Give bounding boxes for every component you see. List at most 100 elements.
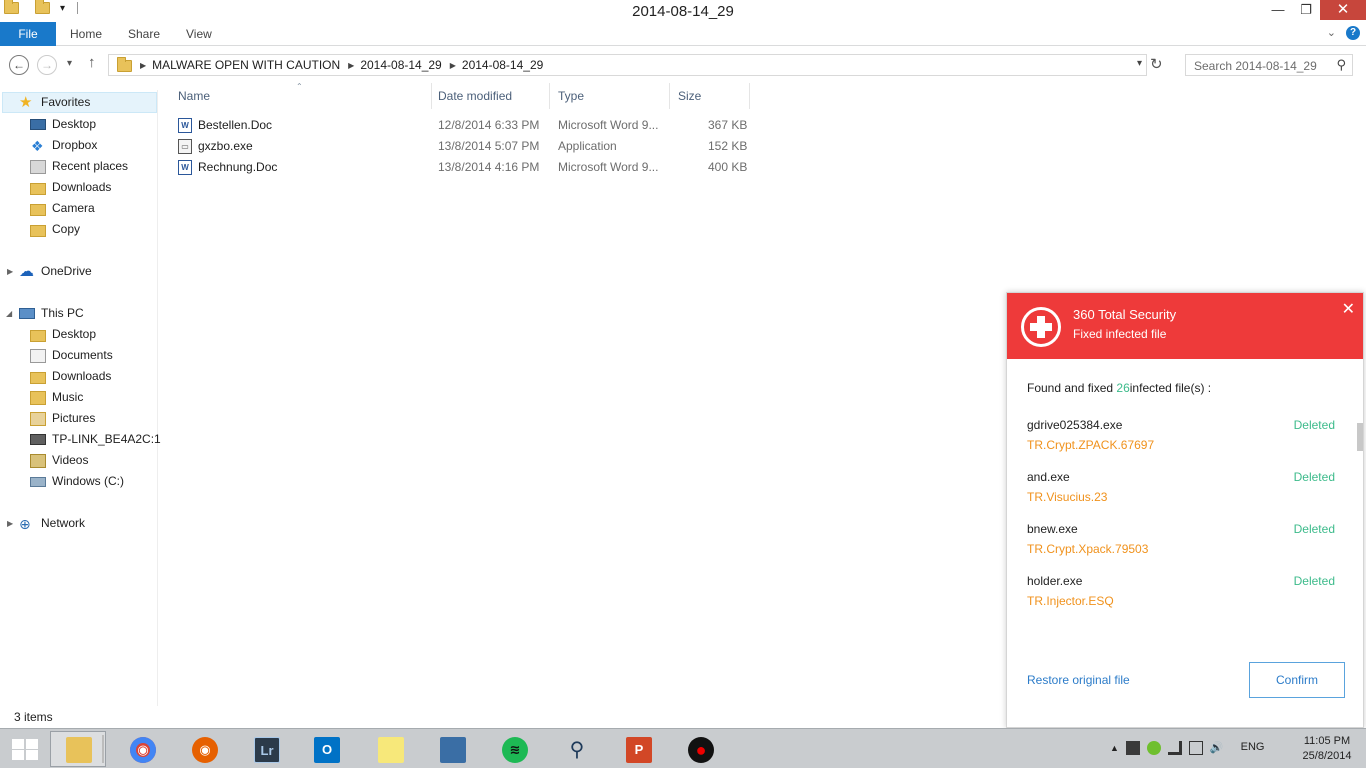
minimize-button[interactable]: — [1264,0,1292,20]
start-button[interactable] [10,737,40,761]
taskbar-lightroom[interactable]: Lr [238,731,294,767]
taskbar-file-explorer[interactable] [50,731,106,767]
folder-icon [30,371,46,384]
nav-item-onedrive[interactable]: OneDrive [19,261,92,282]
close-icon[interactable]: ✕ [1342,299,1355,319]
file-name[interactable]: gxzbo.exe [198,139,253,153]
help-icon[interactable]: ? [1346,26,1360,40]
file-row[interactable]: ▭ gxzbo.exe 13/8/2014 5:07 PM Applicatio… [170,136,760,157]
nav-item-documents[interactable]: Documents [30,345,113,366]
threat-name: TR.Crypt.Xpack.79503 [1027,542,1149,556]
nav-item-recent-places[interactable]: Recent places [30,156,128,177]
expand-ribbon-icon[interactable]: ⌄ [1327,26,1336,39]
taskbar-outlook[interactable]: O [298,731,354,767]
search-icon[interactable]: ⚲ [1336,57,1346,73]
file-date: 13/8/2014 4:16 PM [438,160,540,174]
nav-item-network[interactable]: Network [19,513,85,535]
nav-item-desktop[interactable]: Desktop [30,114,96,135]
volume-icon[interactable]: 🔊 [1210,741,1224,755]
taskbar-recorder[interactable]: ● [672,731,728,767]
restore-button[interactable]: ❐ [1292,0,1320,20]
threat-status: Deleted [1293,574,1335,588]
nav-label: Documents [52,348,113,362]
breadcrumb-item[interactable]: MALWARE OPEN WITH CAUTION [152,58,340,72]
breadcrumb-item[interactable]: 2014-08-14_29 [462,58,543,72]
nav-item-pc-desktop[interactable]: Desktop [30,324,96,345]
expand-icon[interactable]: ▶ [7,267,13,276]
file-name[interactable]: Rechnung.Doc [198,160,277,174]
nav-label: Videos [52,453,89,467]
nav-item-pictures[interactable]: Pictures [30,408,95,429]
nav-item-music[interactable]: Music [30,387,83,408]
taskbar-magnifier[interactable]: ⚲ [548,731,604,767]
back-button[interactable]: ← [9,55,29,75]
file-row[interactable]: W Rechnung.Doc 13/8/2014 4:16 PM Microso… [170,157,760,178]
taskbar-spotify[interactable]: ≋ [486,731,542,767]
threat-name: TR.Visucius.23 [1027,490,1108,504]
show-hidden-icons-icon[interactable]: ▲ [1110,743,1119,755]
file-name[interactable]: Bestellen.Doc [198,118,272,132]
restore-original-file-link[interactable]: Restore original file [1027,673,1130,687]
tab-share[interactable]: Share [128,22,160,46]
file-row[interactable]: W Bestellen.Doc 12/8/2014 6:33 PM Micros… [170,115,760,136]
breadcrumb-separator[interactable]: ▶ [140,61,146,70]
tab-view[interactable]: View [186,22,212,46]
nav-item-windows-drive[interactable]: Windows (C:) [30,471,124,492]
nav-item-camera[interactable]: Camera [30,198,95,219]
nav-label: Downloads [52,369,112,383]
language-indicator[interactable]: ENG [1241,741,1265,755]
taskbar-chrome[interactable]: ◉ [114,731,170,767]
breadcrumb-separator[interactable]: ▶ [450,61,456,70]
found-prefix: Found and fixed [1027,381,1117,395]
nav-item-this-pc[interactable]: This PC [19,303,84,324]
up-button[interactable]: ↑ [88,54,96,71]
breadcrumb-separator[interactable]: ▶ [348,61,354,70]
taskbar-firefox[interactable]: ◉ [176,731,232,767]
clock-date: 25/8/2014 [1302,750,1352,762]
tab-file[interactable]: File [0,22,56,46]
threat-name: TR.Crypt.ZPACK.67697 [1027,438,1155,452]
nav-label: Recent places [52,159,129,173]
forward-button[interactable]: → [37,55,57,75]
taskbar-app-window[interactable] [424,731,480,767]
collapse-icon[interactable]: ◢ [6,309,12,318]
threat-file: bnew.exe [1027,522,1078,536]
action-center-icon[interactable] [1188,741,1203,755]
nav-label: This PC [41,306,84,320]
word-doc-icon: W [178,160,192,175]
address-dropdown[interactable]: ▾ [1137,58,1142,69]
scrollbar-thumb[interactable] [1357,423,1363,451]
nav-item-copy[interactable]: Copy [30,219,80,240]
nav-favorites[interactable]: Favorites [2,92,157,113]
column-header-type[interactable]: Type [550,83,670,109]
nav-item-network-drive[interactable]: TP-LINK_BE4A2C:1 [30,429,161,450]
window-controls: — ❐ ✕ [1264,0,1366,20]
clock[interactable]: 11:05 PM 25/8/2014 [1294,734,1360,764]
desktop-icon [30,119,46,130]
column-header-name[interactable]: Name [170,83,432,109]
column-header-size[interactable]: Size [670,83,750,109]
nav-item-dropbox[interactable]: Dropbox [30,135,97,157]
tab-home[interactable]: Home [70,22,102,46]
tray-app-icon[interactable] [1125,741,1140,755]
taskbar-powerpoint[interactable]: P [610,731,666,767]
cloud-icon [19,261,35,282]
system-tray: ▲ 🔊 ENG [1110,741,1264,755]
nav-item-downloads[interactable]: Downloads [30,177,111,198]
expand-icon[interactable]: ▶ [7,519,13,528]
breadcrumb-item[interactable]: 2014-08-14_29 [360,58,441,72]
column-header-date[interactable]: Date modified [430,83,550,109]
signal-strength-icon[interactable] [1167,741,1182,755]
sticky-notes-icon [378,737,404,763]
search-input[interactable]: Search 2014-08-14_29 ⚲ [1185,54,1353,76]
confirm-button[interactable]: Confirm [1249,662,1345,698]
360-security-tray-icon[interactable] [1146,741,1161,755]
computer-icon [19,308,35,319]
close-button[interactable]: ✕ [1320,0,1366,20]
taskbar-sticky-notes[interactable] [362,731,418,767]
nav-item-pc-downloads[interactable]: Downloads [30,366,111,387]
recent-locations-dropdown[interactable]: ▾ [67,58,72,69]
nav-item-videos[interactable]: Videos [30,450,88,471]
refresh-button[interactable]: ↻ [1150,55,1163,73]
address-bar[interactable]: ▶ MALWARE OPEN WITH CAUTION ▶ 2014-08-14… [108,54,1147,76]
